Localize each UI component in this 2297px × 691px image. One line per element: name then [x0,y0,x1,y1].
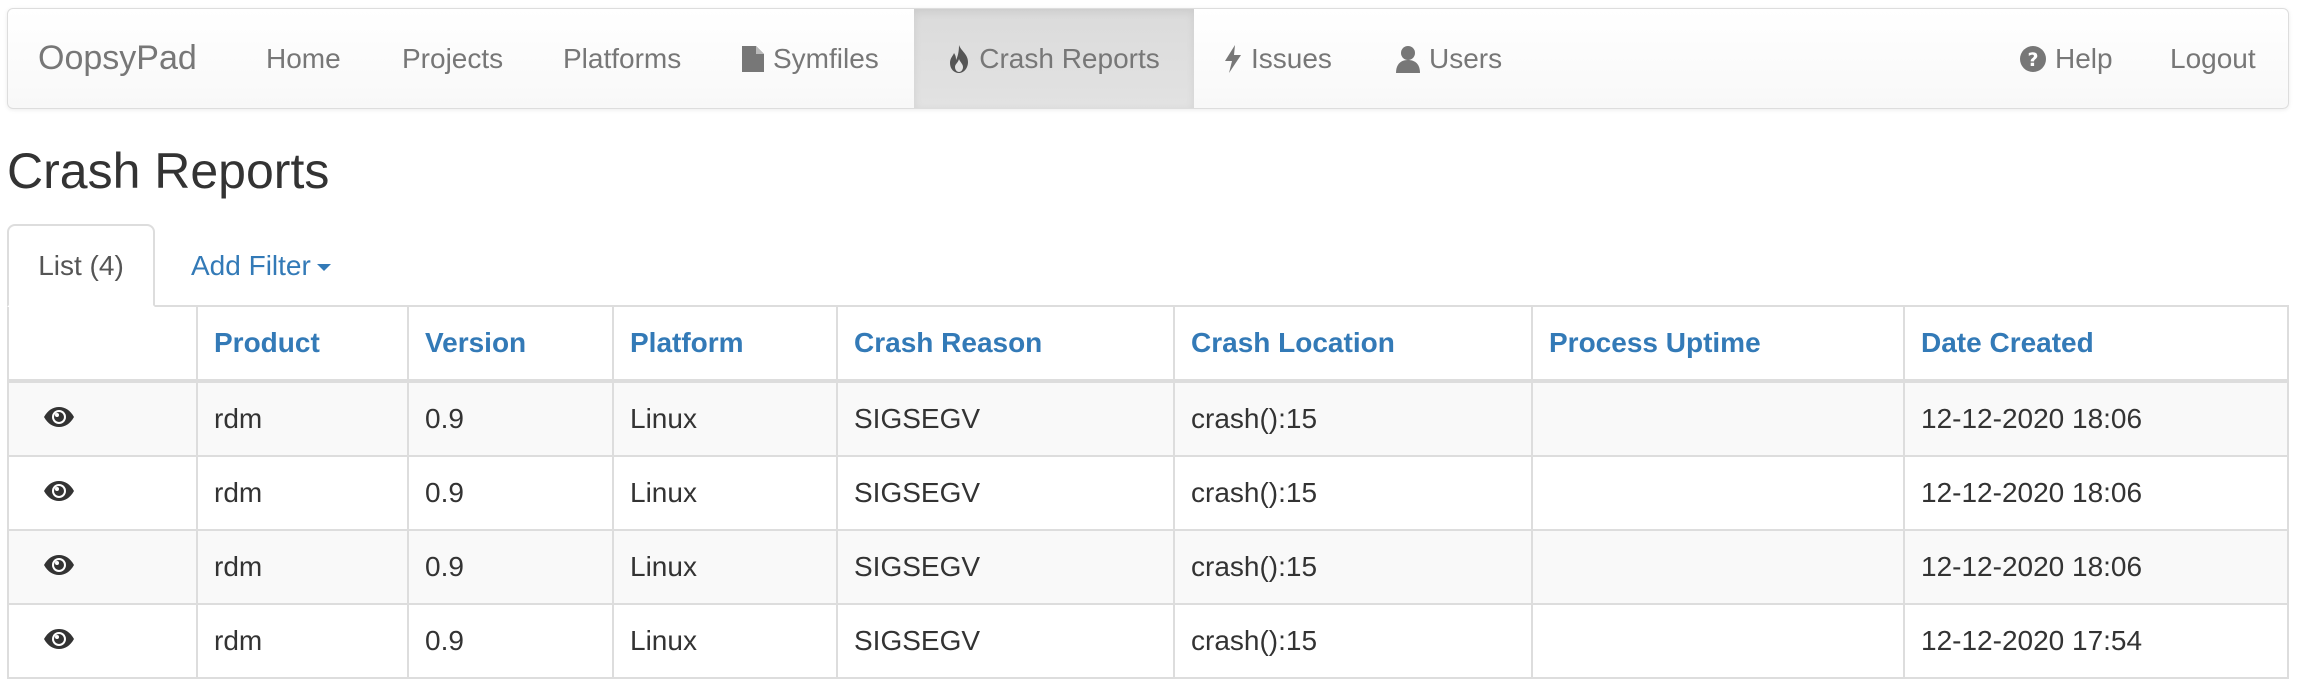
page-title: Crash Reports [7,143,330,199]
cell-date-created: 12-12-2020 18:06 [1903,529,2287,604]
tab-bar: List (4) Add Filter [7,224,2289,307]
cell-product: rdm [196,529,408,604]
flash-icon [1224,44,1242,73]
cell-platform: Linux [612,603,837,677]
cell-product: rdm [196,455,408,530]
cell-product: rdm [196,381,408,456]
nav-issues[interactable]: Issues [1224,9,1332,108]
eye-icon[interactable] [43,480,75,502]
tab-list-label: List (4) [38,249,124,281]
nav-logout[interactable]: Logout [2170,9,2256,108]
cell-process-uptime [1531,455,1904,530]
eye-icon[interactable] [43,554,75,576]
cell-platform: Linux [612,381,837,456]
nav-crash-reports[interactable]: Crash Reports [914,9,1194,108]
table-row: rdm 0.9 Linux SIGSEGV crash():15 12-12-2… [9,529,2287,604]
view-cell [9,529,197,604]
fire-icon [948,44,970,73]
cell-version: 0.9 [407,603,613,677]
svg-text:?: ? [2027,49,2038,71]
cell-crash-reason: SIGSEGV [836,529,1174,604]
add-filter-label: Add Filter [191,249,311,281]
brand-link[interactable]: OopsyPad [38,9,197,108]
cell-version: 0.9 [407,381,613,456]
view-cell [9,381,197,456]
page: OopsyPad Home Projects Platforms Symfile… [0,0,2297,691]
col-header-platform[interactable]: Platform [612,306,837,383]
cell-crash-location: crash():15 [1173,381,1532,456]
table-header-row: Product Version Platform Crash Reason Cr… [9,306,2287,383]
add-filter-dropdown[interactable]: Add Filter [191,224,331,307]
cell-platform: Linux [612,455,837,530]
crash-reports-grid: Product Version Platform Crash Reason Cr… [9,306,2287,677]
cell-process-uptime [1531,603,1904,677]
cell-platform: Linux [612,529,837,604]
cell-crash-reason: SIGSEGV [836,455,1174,530]
nav-projects[interactable]: Projects [402,9,503,108]
cell-version: 0.9 [407,455,613,530]
cell-process-uptime [1531,529,1904,604]
col-header-version[interactable]: Version [407,306,613,383]
cell-version: 0.9 [407,529,613,604]
nav-issues-label: Issues [1251,42,1332,74]
nav-symfiles[interactable]: Symfiles [742,9,879,108]
eye-icon[interactable] [43,406,75,428]
cell-date-created: 12-12-2020 18:06 [1903,455,2287,530]
cell-crash-reason: SIGSEGV [836,603,1174,677]
cell-crash-reason: SIGSEGV [836,381,1174,456]
cell-crash-location: crash():15 [1173,529,1532,604]
col-header-product[interactable]: Product [196,306,408,383]
cell-process-uptime [1531,381,1904,456]
cell-product: rdm [196,603,408,677]
cell-crash-location: crash():15 [1173,603,1532,677]
nav-help-label: Help [2055,42,2113,74]
col-header-crash-reason[interactable]: Crash Reason [836,306,1174,383]
table-row: rdm 0.9 Linux SIGSEGV crash():15 12-12-2… [9,381,2287,456]
nav-projects-label: Projects [402,42,504,74]
user-icon [1396,45,1420,73]
nav-crash-reports-label: Crash Reports [979,42,1160,74]
tab-list[interactable]: List (4) [7,224,155,307]
nav-platforms-label: Platforms [563,42,682,74]
navbar: OopsyPad Home Projects Platforms Symfile… [7,8,2289,109]
view-cell [9,603,197,677]
caret-down-icon [316,264,331,271]
view-cell [9,455,197,530]
table-row: rdm 0.9 Linux SIGSEGV crash():15 12-12-2… [9,455,2287,530]
col-header-crash-location[interactable]: Crash Location [1173,306,1532,383]
crash-reports-table: Product Version Platform Crash Reason Cr… [7,306,2289,679]
question-icon: ? [2020,45,2046,72]
nav-logout-label: Logout [2170,42,2256,74]
nav-home-label: Home [266,42,341,74]
nav-users[interactable]: Users [1396,9,1502,108]
cell-date-created: 12-12-2020 18:06 [1903,381,2287,456]
nav-symfiles-label: Symfiles [773,42,879,74]
nav-help[interactable]: ? Help [2020,9,2113,108]
file-icon [742,45,764,72]
col-header-date-created[interactable]: Date Created [1903,306,2287,383]
nav-home[interactable]: Home [266,9,341,108]
cell-crash-location: crash():15 [1173,455,1532,530]
col-header-process-uptime[interactable]: Process Uptime [1531,306,1904,383]
cell-date-created: 12-12-2020 17:54 [1903,603,2287,677]
eye-icon[interactable] [43,628,75,650]
col-header-view [9,306,197,383]
nav-platforms[interactable]: Platforms [563,9,681,108]
nav-users-label: Users [1429,42,1503,74]
table-row: rdm 0.9 Linux SIGSEGV crash():15 12-12-2… [9,603,2287,677]
